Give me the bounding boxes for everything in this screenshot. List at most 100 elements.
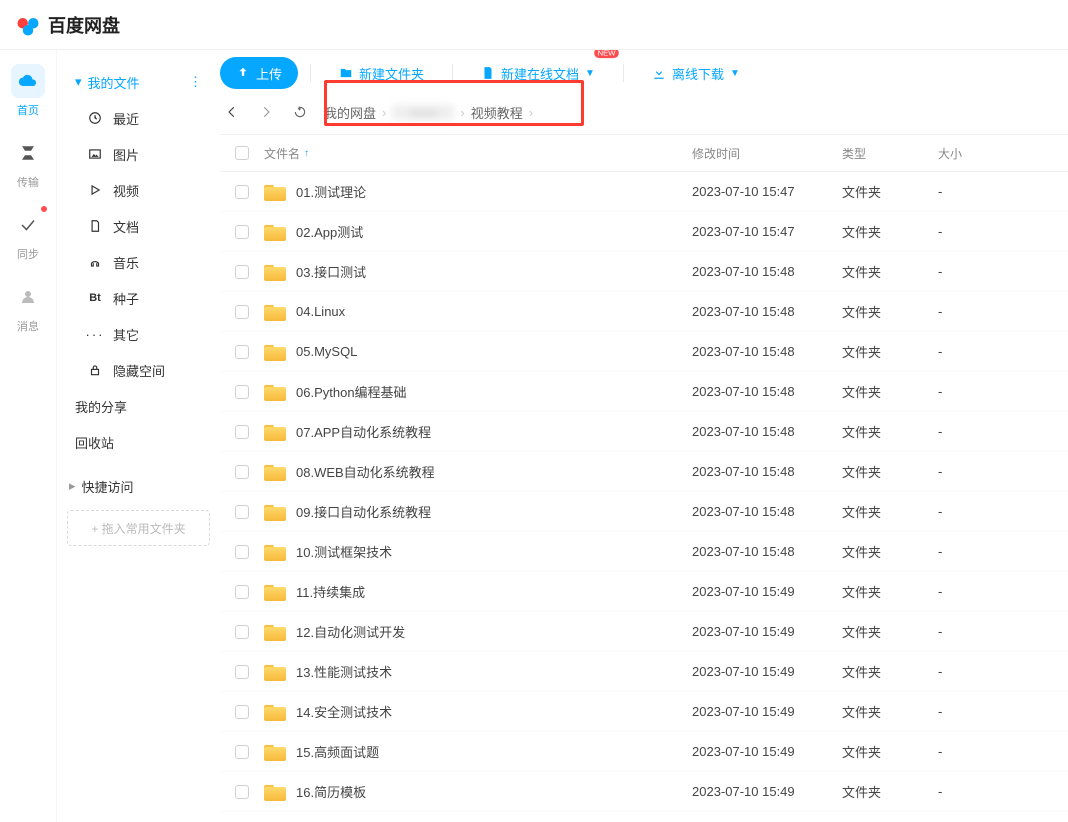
- file-time: 2023-07-10 15:49: [692, 664, 842, 679]
- sidebar-item-play[interactable]: 视频: [67, 172, 210, 208]
- file-name[interactable]: 05.MySQL: [296, 344, 357, 359]
- breadcrumb-root[interactable]: 我的网盘: [324, 103, 376, 122]
- row-checkbox[interactable]: [235, 785, 249, 799]
- upload-button[interactable]: 上传: [220, 57, 298, 89]
- file-name[interactable]: 14.安全测试技术: [296, 702, 392, 721]
- row-checkbox[interactable]: [235, 665, 249, 679]
- chevron-down-icon: ▾: [75, 74, 82, 90]
- table-row[interactable]: 05.MySQL2023-07-10 15:48文件夹-: [220, 332, 1068, 372]
- file-name[interactable]: 15.高频面试题: [296, 742, 379, 761]
- nav-refresh-button[interactable]: [288, 100, 312, 124]
- table-row[interactable]: 06.Python编程基础2023-07-10 15:48文件夹-: [220, 372, 1068, 412]
- sidebar-item-lock[interactable]: 隐藏空间: [67, 352, 210, 388]
- sidebar-myshare[interactable]: 我的分享: [67, 388, 210, 424]
- file-name[interactable]: 01.测试理论: [296, 182, 366, 201]
- row-checkbox[interactable]: [235, 305, 249, 319]
- table-row[interactable]: 14.安全测试技术2023-07-10 15:49文件夹-: [220, 692, 1068, 732]
- sidebar-item-doc[interactable]: 文档: [67, 208, 210, 244]
- row-checkbox[interactable]: [235, 225, 249, 239]
- file-type: 文件夹: [842, 542, 938, 561]
- column-size[interactable]: 大小: [938, 145, 1068, 162]
- file-size: -: [938, 384, 1068, 399]
- more-menu-icon[interactable]: ⋮: [189, 74, 202, 90]
- table-row[interactable]: 12.自动化测试开发2023-07-10 15:49文件夹-: [220, 612, 1068, 652]
- sidebar-quick-access[interactable]: ▸ 快捷访问: [67, 468, 210, 504]
- more-icon: ···: [87, 326, 103, 342]
- sidebar-item-more[interactable]: ···其它: [67, 316, 210, 352]
- row-checkbox[interactable]: [235, 385, 249, 399]
- row-checkbox[interactable]: [235, 425, 249, 439]
- file-time: 2023-07-10 15:48: [692, 264, 842, 279]
- file-name[interactable]: 08.WEB自动化系统教程: [296, 462, 435, 481]
- sidebar-item-label: 种子: [113, 289, 139, 308]
- file-name[interactable]: 06.Python编程基础: [296, 382, 407, 401]
- rail-msg[interactable]: 消息: [11, 280, 45, 334]
- caret-down-icon: ▼: [730, 68, 740, 79]
- download-icon: [652, 66, 666, 80]
- file-name[interactable]: 10.测试框架技术: [296, 542, 392, 561]
- row-checkbox[interactable]: [235, 265, 249, 279]
- doc-plus-icon: [481, 66, 495, 80]
- file-name[interactable]: 04.Linux: [296, 304, 345, 319]
- table-row[interactable]: 16.简历模板2023-07-10 15:49文件夹-: [220, 772, 1068, 812]
- play-icon: [87, 182, 103, 198]
- row-checkbox[interactable]: [235, 345, 249, 359]
- rail-transfer[interactable]: 传输: [11, 136, 45, 190]
- breadcrumb-current[interactable]: 视频教程: [471, 103, 523, 122]
- offline-download-button[interactable]: 离线下载 ▼: [636, 57, 756, 89]
- table-row[interactable]: 08.WEB自动化系统教程2023-07-10 15:48文件夹-: [220, 452, 1068, 492]
- nav-forward-button[interactable]: [254, 100, 278, 124]
- table-row[interactable]: 07.APP自动化系统教程2023-07-10 15:48文件夹-: [220, 412, 1068, 452]
- file-name[interactable]: 02.App测试: [296, 222, 363, 241]
- sidebar-recycle[interactable]: 回收站: [67, 424, 210, 460]
- file-name[interactable]: 09.接口自动化系统教程: [296, 502, 431, 521]
- table-row[interactable]: 01.测试理论2023-07-10 15:47文件夹-: [220, 172, 1068, 212]
- row-checkbox[interactable]: [235, 505, 249, 519]
- row-checkbox[interactable]: [235, 465, 249, 479]
- file-name[interactable]: 03.接口测试: [296, 262, 366, 281]
- sidebar-myfiles[interactable]: ▾ 我的文件 ⋮: [67, 64, 210, 100]
- file-name[interactable]: 07.APP自动化系统教程: [296, 422, 431, 441]
- quick-access-dropzone[interactable]: + 拖入常用文件夹: [67, 510, 210, 546]
- breadcrumb-mid[interactable]: ------: [392, 105, 454, 120]
- table-row[interactable]: 15.高频面试题2023-07-10 15:49文件夹-: [220, 732, 1068, 772]
- table-row[interactable]: 02.App测试2023-07-10 15:47文件夹-: [220, 212, 1068, 252]
- rail-home[interactable]: 首页: [11, 64, 45, 118]
- row-checkbox[interactable]: [235, 585, 249, 599]
- file-type: 文件夹: [842, 462, 938, 481]
- file-name[interactable]: 11.持续集成: [296, 582, 365, 601]
- row-checkbox[interactable]: [235, 545, 249, 559]
- column-time[interactable]: 修改时间: [692, 145, 842, 162]
- column-type[interactable]: 类型: [842, 145, 938, 162]
- table-row[interactable]: 10.测试框架技术2023-07-10 15:48文件夹-: [220, 532, 1068, 572]
- table-row[interactable]: 04.Linux2023-07-10 15:48文件夹-: [220, 292, 1068, 332]
- rail-sync[interactable]: 同步: [11, 208, 45, 262]
- sidebar-item-image[interactable]: 图片: [67, 136, 210, 172]
- row-checkbox[interactable]: [235, 705, 249, 719]
- folder-icon: [264, 223, 286, 241]
- file-type: 文件夹: [842, 702, 938, 721]
- file-name[interactable]: 12.自动化测试开发: [296, 622, 405, 641]
- file-name[interactable]: 13.性能测试技术: [296, 662, 392, 681]
- new-online-doc-button[interactable]: 新建在线文档 ▼: [465, 57, 611, 89]
- row-checkbox[interactable]: [235, 185, 249, 199]
- table-row[interactable]: 13.性能测试技术2023-07-10 15:49文件夹-: [220, 652, 1068, 692]
- select-all-checkbox[interactable]: [235, 146, 249, 160]
- nav-back-button[interactable]: [220, 100, 244, 124]
- table-row[interactable]: 11.持续集成2023-07-10 15:49文件夹-: [220, 572, 1068, 612]
- file-list[interactable]: 01.测试理论2023-07-10 15:47文件夹-02.App测试2023-…: [220, 172, 1068, 822]
- table-row[interactable]: 09.接口自动化系统教程2023-07-10 15:48文件夹-: [220, 492, 1068, 532]
- row-checkbox[interactable]: [235, 625, 249, 639]
- column-name[interactable]: 文件名 ↑: [264, 145, 692, 162]
- transfer-icon: [19, 144, 37, 162]
- sidebar-item-bt[interactable]: Bt种子: [67, 280, 210, 316]
- new-folder-button[interactable]: 新建文件夹: [323, 57, 440, 89]
- row-checkbox[interactable]: [235, 745, 249, 759]
- table-row[interactable]: 03.接口测试2023-07-10 15:48文件夹-: [220, 252, 1068, 292]
- left-rail: 首页 传输 同步 消息: [0, 50, 56, 822]
- music-icon: [87, 254, 103, 270]
- sidebar-item-music[interactable]: 音乐: [67, 244, 210, 280]
- sidebar-item-clock[interactable]: 最近: [67, 100, 210, 136]
- file-name[interactable]: 16.简历模板: [296, 782, 366, 801]
- chevron-right-icon: ›: [529, 105, 533, 120]
